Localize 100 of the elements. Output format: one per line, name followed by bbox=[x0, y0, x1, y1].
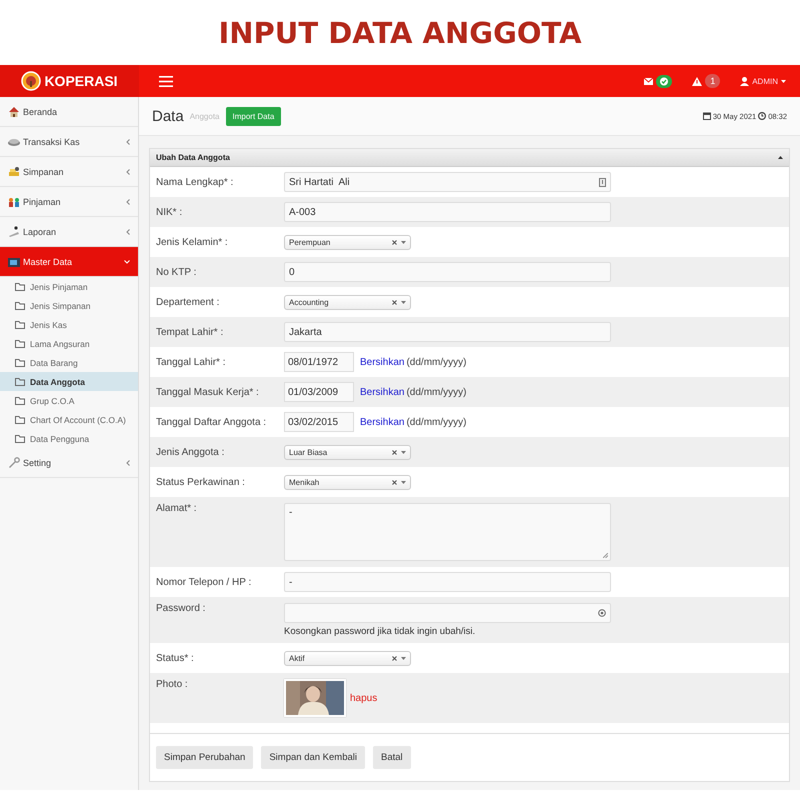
select-field[interactable]: Accounting bbox=[284, 294, 411, 310]
password-field[interactable] bbox=[284, 603, 611, 623]
sidebar-item[interactable]: Master Data bbox=[0, 247, 138, 277]
panel-title: Ubah Data Anggota bbox=[156, 153, 231, 162]
chevron-left-icon bbox=[126, 228, 130, 234]
field-label: Password : bbox=[156, 603, 206, 614]
folder-icon bbox=[15, 434, 25, 442]
caret-icon bbox=[401, 240, 406, 244]
select-field[interactable]: Perempuan bbox=[284, 234, 411, 250]
field-label: Jenis Kelamin* : bbox=[156, 236, 229, 248]
date-field[interactable]: 08/01/1972 bbox=[284, 352, 354, 372]
sidebar-item[interactable]: Beranda bbox=[0, 97, 138, 127]
user-icon bbox=[740, 76, 750, 86]
clear-icon[interactable] bbox=[392, 656, 397, 660]
input-field[interactable]: A-003 bbox=[284, 202, 611, 222]
date-format-hint: (dd/mm/yyyy) bbox=[406, 386, 466, 398]
chevron-left-icon bbox=[126, 138, 130, 144]
menu-icon[interactable] bbox=[159, 76, 173, 86]
coins-icon bbox=[8, 166, 20, 178]
form-button[interactable]: Simpan dan Kembali bbox=[261, 746, 366, 769]
sidebar-item[interactable]: Pinjaman bbox=[0, 187, 138, 217]
field-label: Jenis Anggota : bbox=[156, 446, 226, 458]
chevron-down-icon bbox=[124, 260, 130, 264]
check-badge-icon bbox=[656, 74, 672, 88]
calendar-icon bbox=[702, 112, 711, 120]
clear-icon[interactable] bbox=[392, 300, 397, 304]
folder-icon bbox=[15, 302, 25, 310]
field-label: Photo : bbox=[156, 679, 189, 690]
select-field[interactable]: Menikah bbox=[284, 474, 411, 490]
warning-icon[interactable] bbox=[692, 76, 702, 86]
submenu-item[interactable]: Jenis Kas bbox=[0, 315, 138, 334]
folder-icon bbox=[15, 396, 25, 404]
select-field[interactable]: Aktif bbox=[284, 650, 411, 666]
wrench-icon bbox=[8, 456, 20, 468]
submenu-item[interactable]: Data Anggota bbox=[0, 372, 138, 391]
input-field[interactable]: - bbox=[284, 572, 611, 592]
submenu-item[interactable]: Data Pengguna bbox=[0, 429, 138, 448]
clear-icon[interactable] bbox=[392, 240, 397, 244]
clear-link[interactable]: Bersihkan bbox=[360, 416, 404, 428]
caret-icon bbox=[401, 300, 406, 304]
chevron-left-icon bbox=[126, 198, 130, 204]
sidebar-item[interactable]: Setting bbox=[0, 448, 138, 478]
field-label: NIK* : bbox=[156, 206, 184, 218]
clear-icon[interactable] bbox=[392, 480, 397, 484]
banner-title: INPUT DATA ANGGOTA bbox=[217, 15, 583, 50]
mail-icon[interactable] bbox=[644, 78, 654, 84]
folder-icon bbox=[15, 416, 25, 424]
date-field[interactable]: 01/03/2009 bbox=[284, 382, 354, 402]
submenu-item[interactable]: Chart Of Account (C.O.A) bbox=[0, 410, 138, 429]
field-label: Tanggal Masuk Kerja* : bbox=[156, 386, 260, 398]
logo-icon bbox=[21, 71, 42, 91]
folder-icon bbox=[15, 320, 25, 328]
field-label: Tanggal Daftar Anggota : bbox=[156, 416, 268, 428]
field-label: Tempat Lahir* : bbox=[156, 326, 224, 338]
submenu-item[interactable]: Grup C.O.A bbox=[0, 391, 138, 410]
sidebar-item[interactable]: Simpanan bbox=[0, 157, 138, 187]
password-help-text: Kosongkan password jika tidak ingin ubah/isi. bbox=[284, 626, 476, 637]
submenu-item[interactable]: Data Barang bbox=[0, 353, 138, 372]
date-format-hint: (dd/mm/yyyy) bbox=[406, 416, 466, 428]
field-label: No KTP : bbox=[156, 266, 198, 278]
house-icon bbox=[8, 106, 20, 118]
field-label: Nomor Telepon / HP : bbox=[156, 576, 252, 588]
folder-icon bbox=[15, 340, 25, 348]
date-field[interactable]: 03/02/2015 bbox=[284, 412, 354, 432]
form-button[interactable]: Batal bbox=[373, 746, 411, 769]
caret-icon bbox=[401, 480, 406, 484]
folder-icon bbox=[15, 378, 25, 386]
input-field[interactable]: 0 bbox=[284, 262, 611, 282]
form-button[interactable]: Simpan Perubahan bbox=[156, 746, 254, 769]
select-field[interactable]: Luar Biasa bbox=[284, 444, 411, 460]
input-field[interactable]: Jakarta bbox=[284, 322, 611, 342]
caret-icon bbox=[781, 80, 786, 82]
address-textarea[interactable]: - bbox=[284, 503, 611, 561]
collapse-icon[interactable] bbox=[778, 156, 783, 159]
submenu-item[interactable]: Jenis Simpanan bbox=[0, 296, 138, 315]
brand-name: KOPERASI bbox=[44, 73, 118, 89]
page-subtitle: Anggota bbox=[190, 112, 220, 120]
caret-icon bbox=[401, 450, 406, 454]
chevron-left-icon bbox=[126, 168, 130, 174]
folder-icon bbox=[15, 282, 25, 290]
clock-icon bbox=[758, 112, 766, 120]
input-field[interactable]: Sri Hartati Ali bbox=[284, 172, 611, 192]
sidebar-item[interactable]: Transaksi Kas bbox=[0, 127, 138, 157]
delete-photo-link[interactable]: hapus bbox=[350, 692, 378, 704]
field-label: Status* : bbox=[156, 652, 195, 664]
folder-icon bbox=[15, 358, 25, 366]
people-icon bbox=[8, 196, 20, 208]
field-label: Nama Lengkap* : bbox=[156, 176, 234, 188]
clear-link[interactable]: Bersihkan bbox=[360, 356, 404, 368]
field-label: Status Perkawinan : bbox=[156, 476, 246, 488]
monitor-icon bbox=[8, 256, 20, 268]
submenu-item[interactable]: Jenis Pinjaman bbox=[0, 277, 138, 296]
field-label: Departement : bbox=[156, 296, 220, 308]
date-format-hint: (dd/mm/yyyy) bbox=[406, 356, 466, 368]
clear-link[interactable]: Bersihkan bbox=[360, 386, 404, 398]
user-menu[interactable]: ADMIN bbox=[740, 76, 786, 86]
clear-icon[interactable] bbox=[392, 450, 397, 454]
submenu-item[interactable]: Lama Angsuran bbox=[0, 334, 138, 353]
page-title: Data bbox=[152, 108, 184, 124]
field-label: Tanggal Lahir* : bbox=[156, 356, 226, 368]
